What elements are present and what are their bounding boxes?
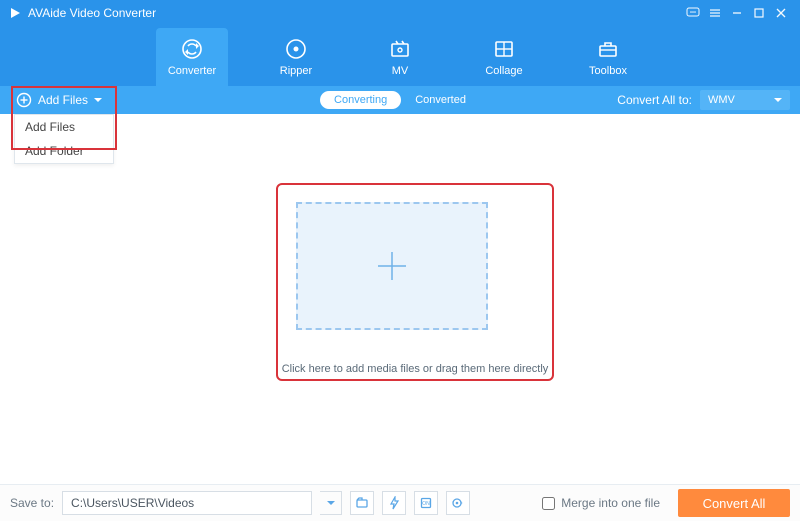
dropzone-hint: Click here to add media files or drag th… — [280, 363, 550, 375]
add-media-dropzone[interactable] — [296, 202, 488, 330]
save-path-field[interactable]: C:\Users\USER\Videos — [62, 491, 312, 515]
bottombar: Save to: C:\Users\USER\Videos ON Merge i… — [0, 484, 800, 521]
dropdown-item-add-folder[interactable]: Add Folder — [15, 139, 113, 163]
convert-all-button[interactable]: Convert All — [678, 489, 790, 517]
ripper-icon — [284, 37, 308, 61]
tab-converter[interactable]: Converter — [156, 28, 228, 86]
tab-converting[interactable]: Converting — [320, 91, 401, 109]
tab-label: Toolbox — [589, 65, 627, 77]
minimize-button[interactable] — [726, 2, 748, 24]
high-speed-button[interactable] — [382, 491, 406, 515]
merge-checkbox[interactable] — [542, 497, 555, 510]
main-tabs: Converter Ripper MV Collage Toolbox — [0, 26, 800, 86]
tab-label: Collage — [485, 65, 522, 77]
workspace: Click here to add media files or drag th… — [0, 114, 800, 484]
app-title: AVAide Video Converter — [28, 6, 156, 20]
chevron-down-icon — [94, 96, 102, 104]
feedback-icon[interactable] — [682, 2, 704, 24]
tab-label: MV — [392, 65, 409, 77]
close-button[interactable] — [770, 2, 792, 24]
add-files-label: Add Files — [38, 93, 88, 107]
tab-label: Converter — [168, 65, 216, 77]
save-path-dropdown[interactable] — [320, 491, 342, 515]
subbar: Add Files Converting Converted Convert A… — [0, 86, 800, 114]
save-path-value: C:\Users\USER\Videos — [71, 496, 194, 510]
add-files-button[interactable]: Add Files — [10, 86, 108, 114]
merge-checkbox-group[interactable]: Merge into one file — [542, 496, 660, 510]
app-logo-icon — [8, 6, 22, 20]
merge-label: Merge into one file — [561, 496, 660, 510]
settings-button[interactable] — [446, 491, 470, 515]
collage-icon — [492, 37, 516, 61]
menu-icon[interactable] — [704, 2, 726, 24]
convert-all-to-label: Convert All to: — [617, 93, 692, 107]
tab-converted[interactable]: Converted — [401, 91, 480, 109]
plus-icon — [372, 246, 412, 286]
titlebar: AVAide Video Converter — [0, 0, 800, 26]
maximize-button[interactable] — [748, 2, 770, 24]
svg-text:ON: ON — [422, 501, 430, 507]
tab-ripper[interactable]: Ripper — [260, 28, 332, 86]
toolbox-icon — [596, 37, 620, 61]
tab-mv[interactable]: MV — [364, 28, 436, 86]
tab-label: Ripper — [280, 65, 312, 77]
conversion-status-tabs: Converting Converted — [320, 91, 480, 109]
add-files-dropdown: Add Files Add Folder — [14, 114, 114, 164]
gpu-accel-button[interactable]: ON — [414, 491, 438, 515]
mv-icon — [388, 37, 412, 61]
tab-collage[interactable]: Collage — [468, 28, 540, 86]
open-folder-button[interactable] — [350, 491, 374, 515]
converter-icon — [180, 37, 204, 61]
selected-format: WMV — [708, 94, 735, 106]
dropdown-item-add-files[interactable]: Add Files — [15, 115, 113, 139]
chevron-down-icon — [774, 96, 782, 104]
tab-toolbox[interactable]: Toolbox — [572, 28, 644, 86]
save-to-label: Save to: — [10, 496, 54, 510]
output-format-select[interactable]: WMV — [700, 90, 790, 110]
plus-circle-icon — [16, 92, 32, 108]
